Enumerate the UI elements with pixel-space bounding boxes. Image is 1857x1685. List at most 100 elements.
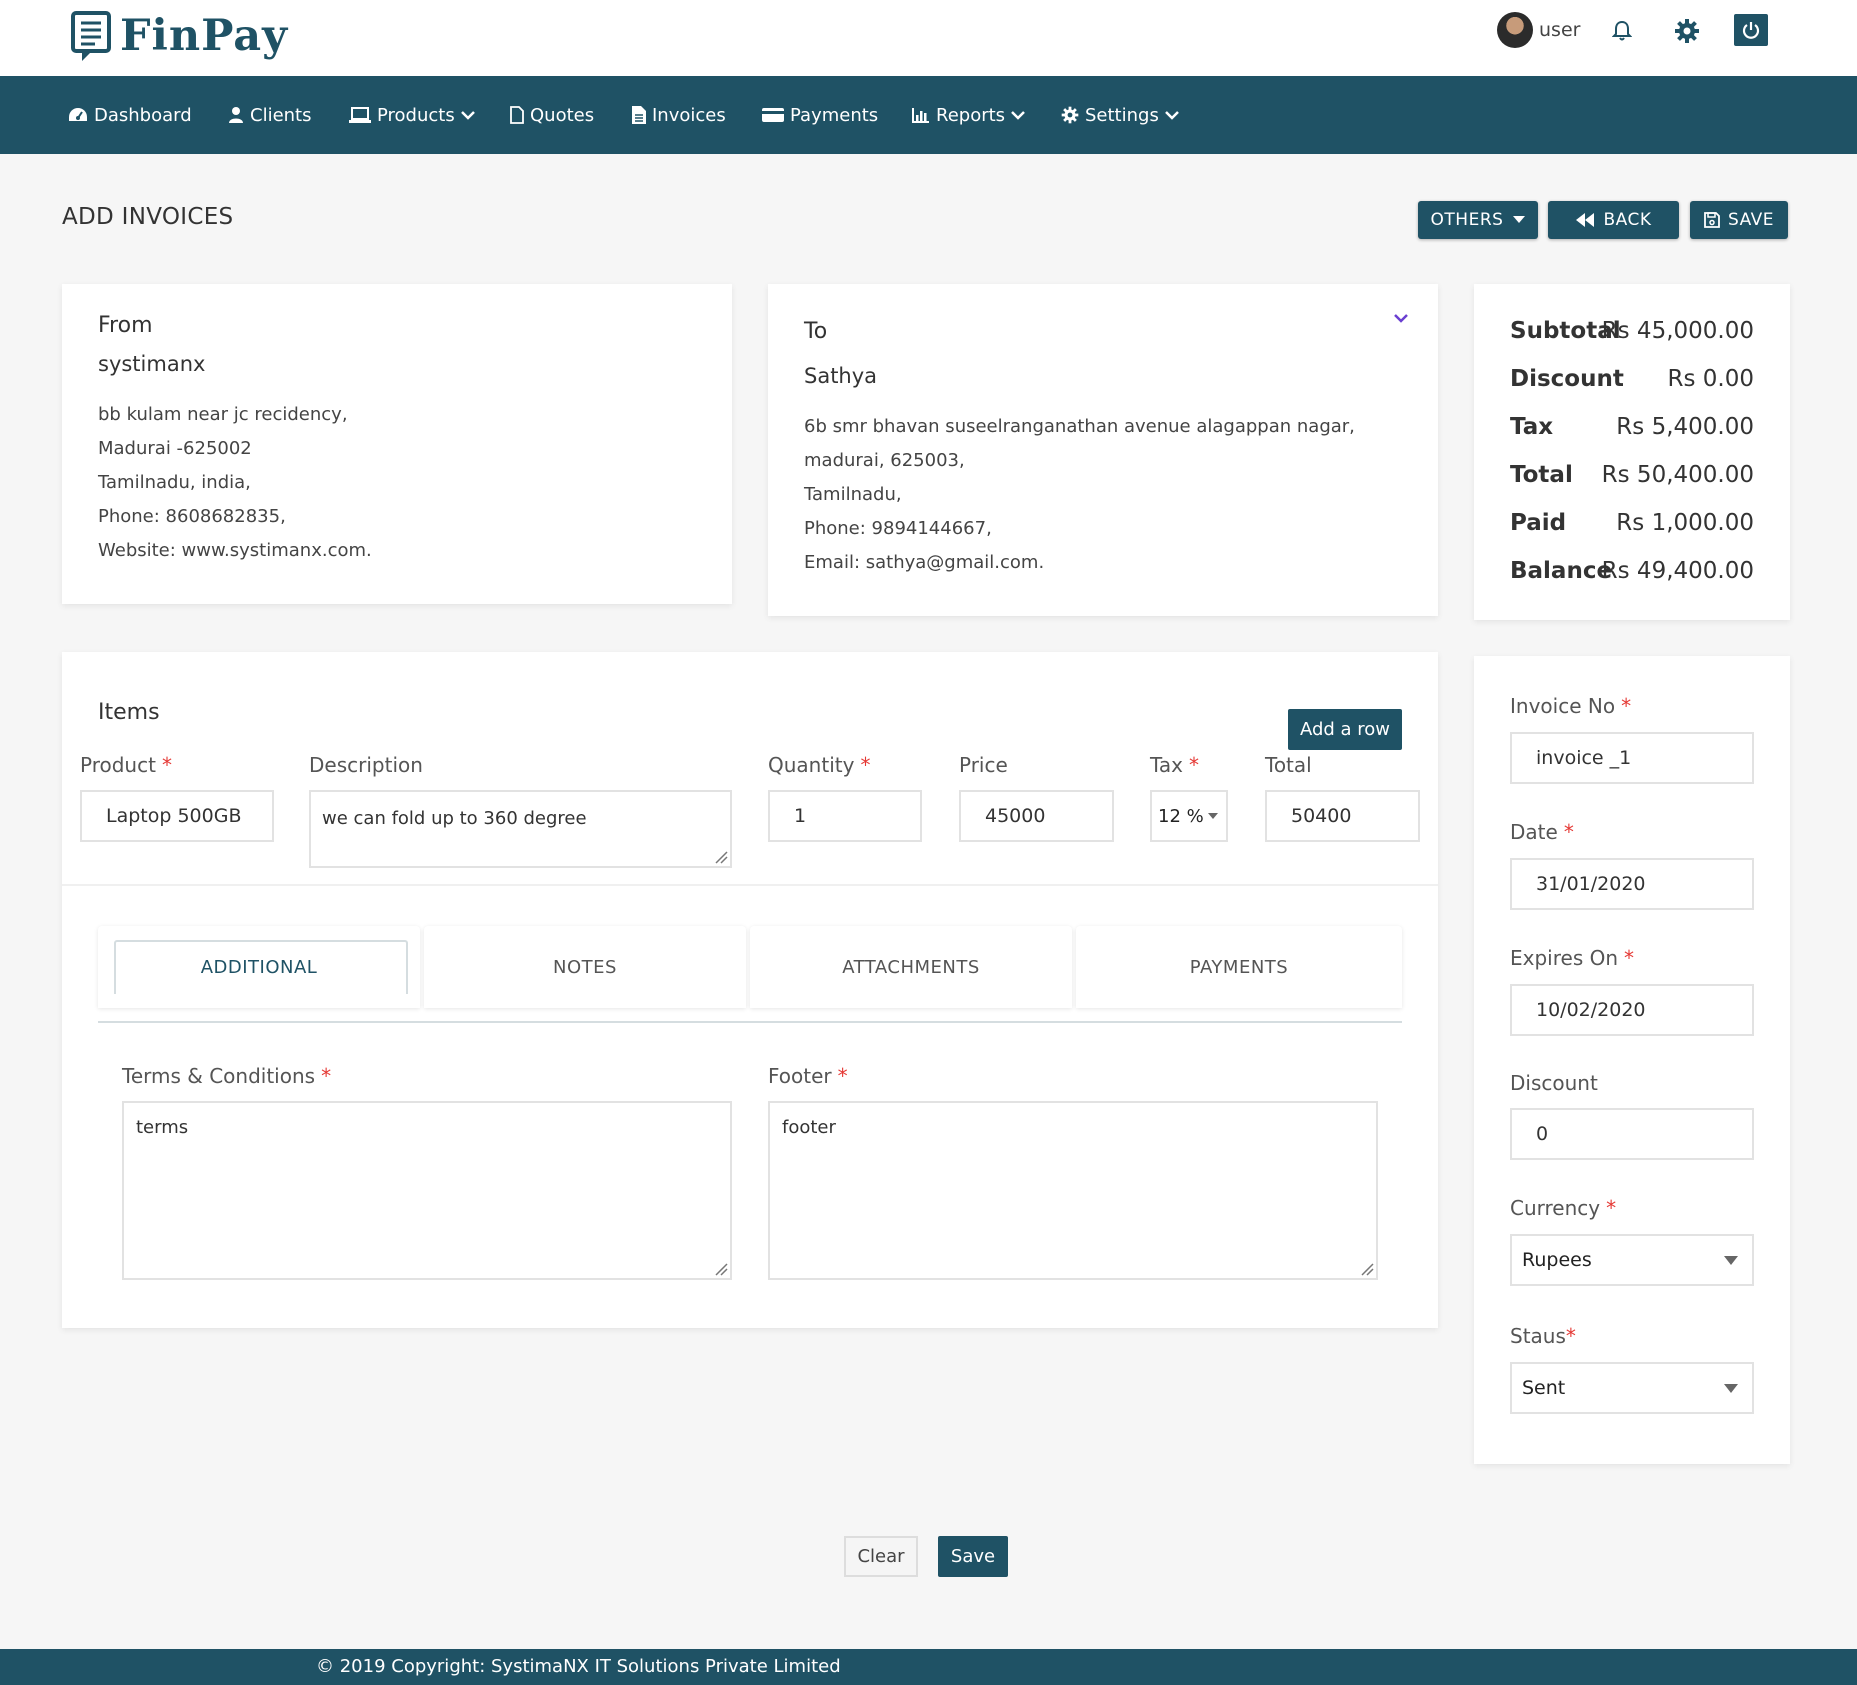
caret-down-icon	[1513, 216, 1526, 223]
price-input[interactable]: 45000	[959, 790, 1114, 842]
expires-on-label: Expires On *	[1510, 946, 1634, 970]
subtotal-value: Rs 45,000.00	[1601, 318, 1754, 344]
product-label-text: Product	[80, 753, 156, 777]
to-address-line: 6b smr bhavan suseelranganathan avenue a…	[804, 416, 1355, 437]
chevron-down-icon	[1164, 111, 1179, 120]
logo-icon	[71, 11, 111, 61]
required-marker: *	[1624, 946, 1635, 970]
status-label-text: Staus	[1510, 1324, 1566, 1348]
required-marker: *	[1606, 1196, 1617, 1220]
description-textarea[interactable]: we can fold up to 360 degree	[309, 790, 732, 868]
required-marker: *	[1621, 694, 1632, 718]
date-input[interactable]: 31/01/2020	[1510, 858, 1754, 910]
quantity-label-text: Quantity	[768, 753, 855, 777]
others-dropdown-button[interactable]: OTHERS	[1418, 201, 1538, 239]
back-button[interactable]: BACK	[1548, 201, 1679, 239]
page-footer: © 2019 Copyright: SystimaNX IT Solutions…	[0, 1649, 1857, 1685]
required-marker: *	[1563, 820, 1574, 844]
nav-clients[interactable]: Clients	[228, 76, 312, 154]
description-label: Description	[309, 753, 423, 777]
nav-quotes[interactable]: Quotes	[510, 76, 594, 154]
resize-handle-icon[interactable]	[1360, 1262, 1374, 1276]
to-client-name: Sathya	[804, 364, 878, 388]
discount-label: Discount	[1510, 366, 1624, 392]
product-input[interactable]: Laptop 500GB	[80, 790, 274, 842]
from-website: Website: www.systimanx.com.	[98, 540, 372, 561]
logout-button[interactable]	[1734, 14, 1768, 46]
currency-label: Currency *	[1510, 1196, 1616, 1220]
chevron-down-icon[interactable]	[1393, 312, 1409, 324]
required-marker: *	[837, 1064, 848, 1088]
user-name: user	[1539, 19, 1581, 41]
tax-label: Tax *	[1150, 753, 1199, 777]
tax-select[interactable]: 12 %	[1150, 790, 1228, 842]
required-marker: *	[321, 1064, 332, 1088]
others-label: OTHERS	[1430, 210, 1504, 230]
quantity-label: Quantity *	[768, 753, 870, 777]
user-menu[interactable]: user	[1497, 12, 1580, 48]
tab-payments[interactable]: PAYMENTS	[1076, 926, 1402, 1008]
nav-invoices[interactable]: Invoices	[632, 76, 726, 154]
save-button[interactable]: Save	[938, 1536, 1008, 1577]
tabs-underline	[98, 1021, 1402, 1023]
nav-reports-label: Reports	[936, 104, 1006, 126]
discount-value: Rs 0.00	[1667, 366, 1755, 392]
nav-settings[interactable]: Settings	[1061, 76, 1179, 154]
dashboard-icon	[69, 108, 87, 121]
required-marker: *	[1189, 753, 1199, 777]
currency-select[interactable]: Rupees	[1510, 1234, 1754, 1286]
backward-icon	[1576, 213, 1595, 227]
file-text-icon	[632, 106, 646, 124]
date-label-text: Date	[1510, 820, 1558, 844]
discount-field-label: Discount	[1510, 1071, 1598, 1095]
gear-icon	[1061, 106, 1079, 124]
resize-handle-icon[interactable]	[714, 850, 728, 864]
tab-attachments[interactable]: ATTACHMENTS	[750, 926, 1072, 1008]
credit-card-icon	[762, 108, 784, 122]
resize-handle-icon[interactable]	[714, 1262, 728, 1276]
status-select[interactable]: Sent	[1510, 1362, 1754, 1414]
tax-label-text: Tax	[1150, 753, 1183, 777]
to-address-line: madurai, 625003,	[804, 450, 965, 471]
clear-button[interactable]: Clear	[844, 1536, 918, 1577]
caret-down-icon	[1724, 1256, 1738, 1265]
nav-payments[interactable]: Payments	[762, 76, 878, 154]
terms-label-text: Terms & Conditions	[122, 1064, 316, 1088]
from-address-line: Tamilnadu, india,	[98, 472, 251, 493]
discount-input[interactable]: 0	[1510, 1108, 1754, 1160]
from-address-line: Madurai -625002	[98, 438, 252, 459]
nav-products[interactable]: Products	[349, 76, 475, 154]
nav-reports[interactable]: Reports	[912, 76, 1025, 154]
footer-textarea[interactable]: footer	[768, 1101, 1378, 1280]
nav-dashboard-label: Dashboard	[94, 104, 192, 126]
user-icon	[229, 107, 243, 123]
save-icon	[1704, 212, 1720, 228]
gear-icon[interactable]	[1674, 18, 1700, 44]
line-total-input[interactable]: 50400	[1265, 790, 1420, 842]
invoice-no-input[interactable]: invoice _1	[1510, 732, 1754, 784]
add-row-button[interactable]: Add a row	[1288, 709, 1402, 750]
chevron-down-icon	[460, 111, 475, 120]
quantity-input[interactable]: 1	[768, 790, 922, 842]
nav-products-label: Products	[377, 104, 455, 126]
terms-label: Terms & Conditions *	[122, 1064, 331, 1088]
footer-text: footer	[782, 1117, 836, 1138]
to-address-line: Tamilnadu,	[804, 484, 902, 505]
expires-on-input[interactable]: 10/02/2020	[1510, 984, 1754, 1036]
tab-notes[interactable]: NOTES	[424, 926, 746, 1008]
from-company-name: systimanx	[98, 352, 206, 376]
items-title: Items	[98, 700, 160, 725]
nav-invoices-label: Invoices	[652, 104, 726, 126]
balance-value: Rs 49,400.00	[1601, 558, 1754, 584]
paid-value: Rs 1,000.00	[1616, 510, 1754, 536]
save-top-button[interactable]: SAVE	[1690, 201, 1788, 239]
to-phone: Phone: 9894144667,	[804, 518, 992, 539]
bell-icon[interactable]	[1612, 20, 1632, 42]
page-title: ADD INVOICES	[62, 204, 234, 230]
balance-label: Balance	[1510, 558, 1613, 584]
app-logo[interactable]: FinPay	[70, 8, 288, 64]
nav-dashboard[interactable]: Dashboard	[68, 76, 192, 154]
expires-on-label-text: Expires On	[1510, 946, 1619, 970]
terms-textarea[interactable]: terms	[122, 1101, 732, 1280]
copyright-text: © 2019 Copyright: SystimaNX IT Solutions…	[316, 1656, 841, 1677]
